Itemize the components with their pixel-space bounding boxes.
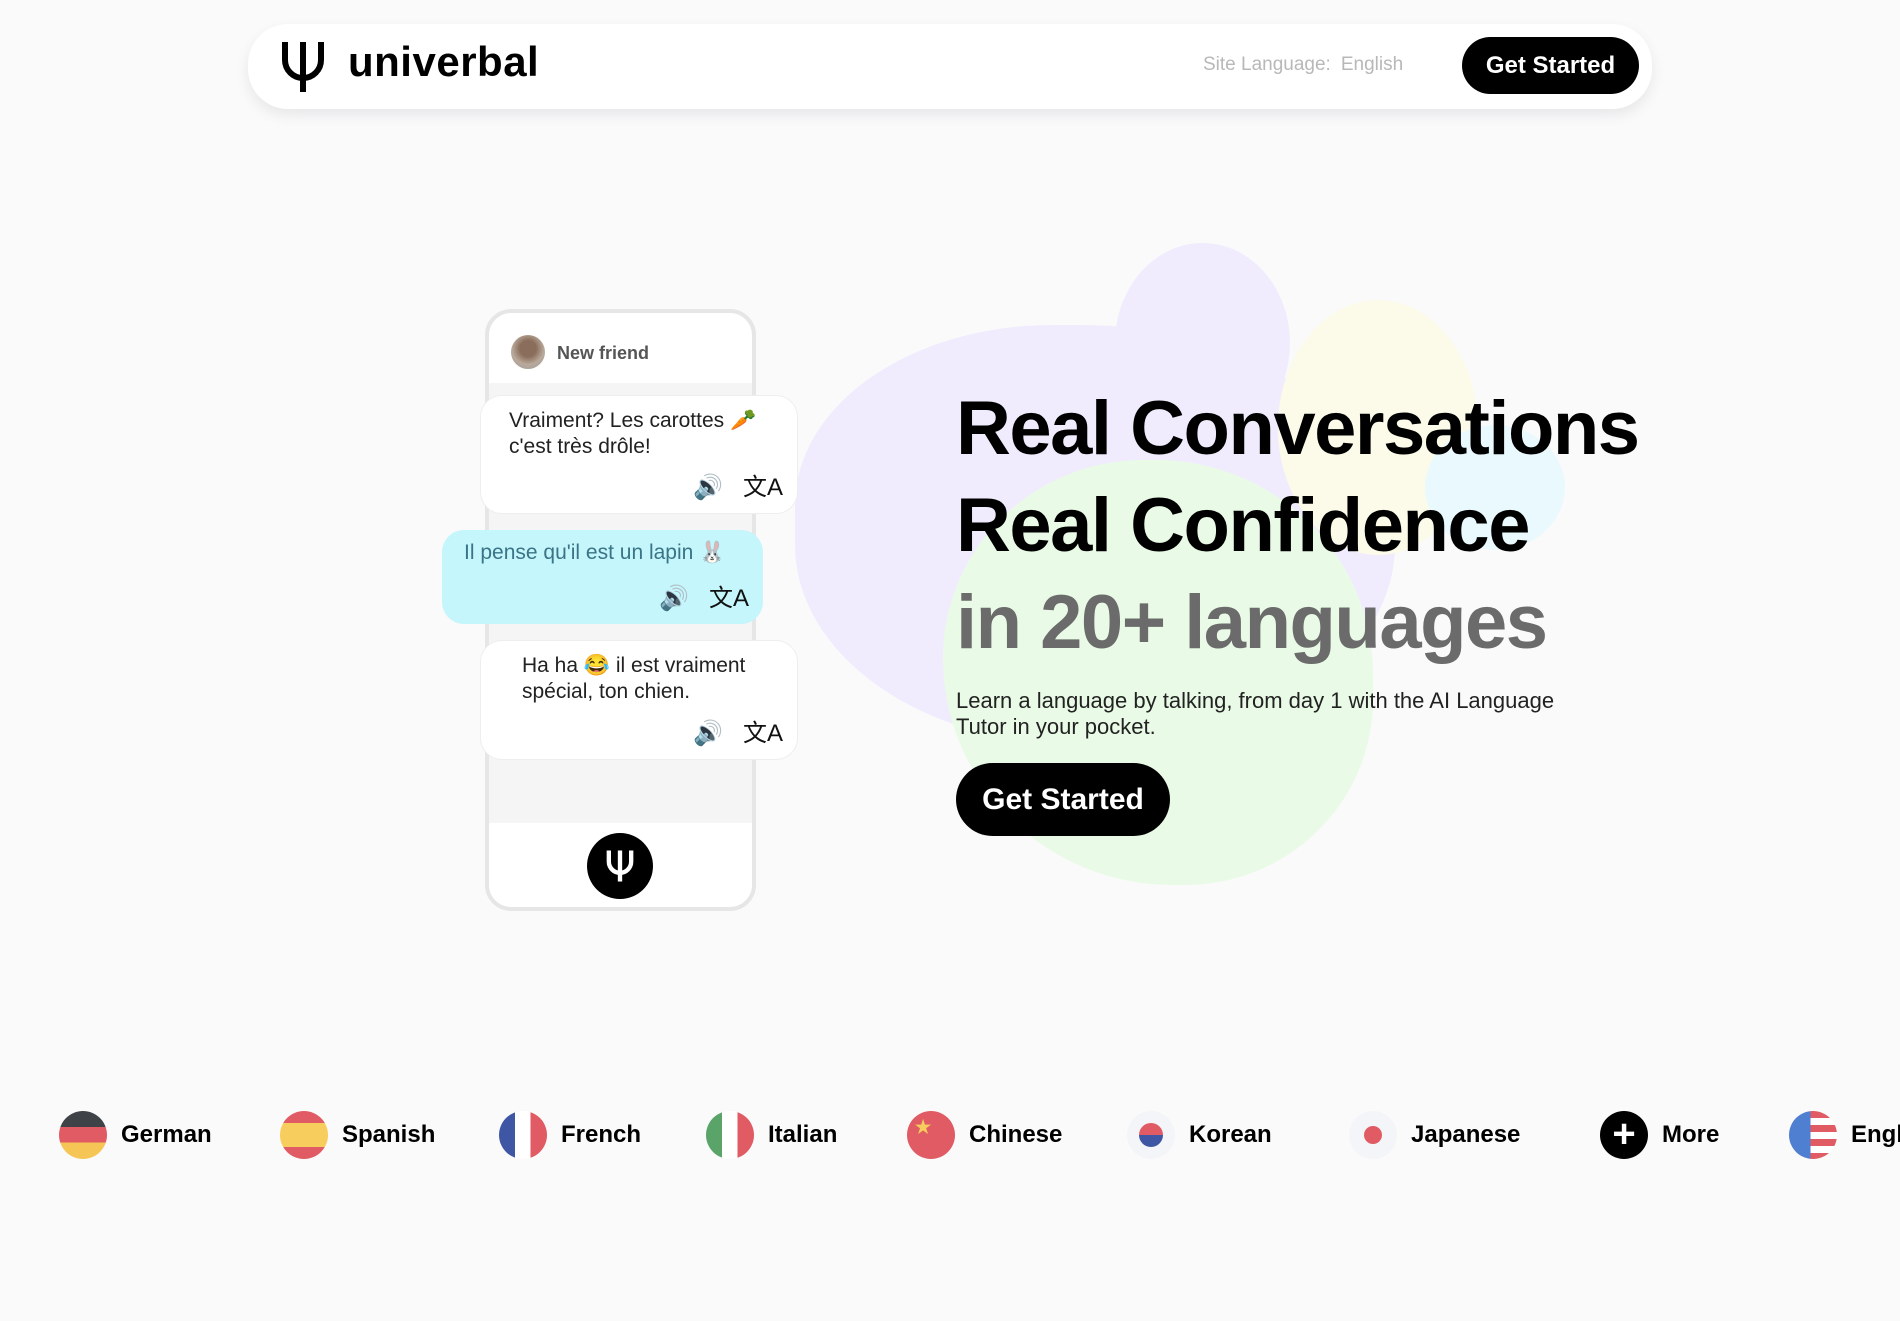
language-label: Engl [1851, 1121, 1900, 1148]
language-item-italian[interactable]: Italian [706, 1111, 837, 1159]
plus-icon: + [1600, 1111, 1648, 1159]
brand-name[interactable]: univerbal [348, 38, 539, 86]
message-bubble-outgoing: Il pense qu'il est un lapin 🐰 🔊 文A [442, 530, 763, 624]
german-flag-icon [59, 1111, 107, 1159]
french-flag-icon [499, 1111, 547, 1159]
language-label: More [1662, 1121, 1720, 1148]
language-label: German [121, 1121, 212, 1148]
message-bubble-incoming: Ha ha 😂 il est vraiment spécial, ton chi… [480, 640, 798, 760]
top-nav: univerbal Site Language: English Get Star… [248, 24, 1652, 109]
us-flag-icon [1789, 1111, 1837, 1159]
language-item-german[interactable]: German [59, 1111, 212, 1159]
korean-flag-icon [1127, 1111, 1175, 1159]
univerbal-logo-icon[interactable] [278, 38, 328, 101]
speaker-icon[interactable]: 🔊 [693, 475, 723, 501]
language-item-english[interactable]: Engl [1789, 1111, 1900, 1159]
language-label: Spanish [342, 1121, 436, 1148]
hero-title-line-1: Real Conversations [956, 386, 1640, 471]
message-text: Il pense qu'il est un lapin 🐰 [464, 541, 726, 564]
japanese-flag-icon [1349, 1111, 1397, 1159]
site-language-label: Site Language: [1203, 54, 1331, 75]
language-label: French [561, 1121, 642, 1148]
site-language-selector[interactable]: Site Language: English [1203, 54, 1403, 76]
speaker-icon[interactable]: 🔊 [693, 721, 723, 747]
language-label: Italian [768, 1121, 838, 1148]
italian-flag-icon [706, 1111, 754, 1159]
mic-button[interactable] [587, 833, 653, 899]
hero-title-line-3: in 20+ languages [956, 580, 1548, 665]
language-item-french[interactable]: French [499, 1111, 641, 1159]
translate-icon[interactable]: 文A [743, 475, 783, 501]
language-label: Korean [1189, 1121, 1272, 1148]
chinese-flag-icon: ★ [907, 1111, 955, 1159]
hero-get-started-button[interactable]: Get Started [956, 763, 1170, 836]
site-language-value: English [1340, 54, 1404, 75]
language-item-spanish[interactable]: Spanish [280, 1111, 435, 1159]
language-label: Chinese [969, 1121, 1063, 1148]
contact-name: New friend [557, 343, 650, 363]
language-item-chinese[interactable]: ★ Chinese [907, 1111, 1062, 1159]
message-bubble-incoming: Vraiment? Les carottes 🥕 c'est très drôl… [480, 395, 798, 514]
language-item-korean[interactable]: Korean [1127, 1111, 1272, 1159]
hero-title-line-2: Real Confidence [956, 483, 1530, 568]
language-label: Japanese [1411, 1121, 1521, 1148]
message-text: Ha ha 😂 il est vraiment spécial, ton chi… [522, 654, 746, 703]
speaker-icon[interactable]: 🔊 [659, 586, 689, 612]
language-item-more[interactable]: + More [1600, 1111, 1719, 1159]
mic-icon [606, 850, 634, 882]
avatar [511, 335, 545, 369]
message-text: Vraiment? Les carottes 🥕 c'est très drôl… [509, 409, 757, 458]
header-get-started-button[interactable]: Get Started [1462, 37, 1639, 94]
spanish-flag-icon [280, 1111, 328, 1159]
translate-icon[interactable]: 文A [709, 586, 749, 612]
hero-subtitle: Learn a language by talking, from day 1 … [956, 688, 1555, 739]
language-item-japanese[interactable]: Japanese [1349, 1111, 1520, 1159]
translate-icon[interactable]: 文A [743, 721, 783, 747]
